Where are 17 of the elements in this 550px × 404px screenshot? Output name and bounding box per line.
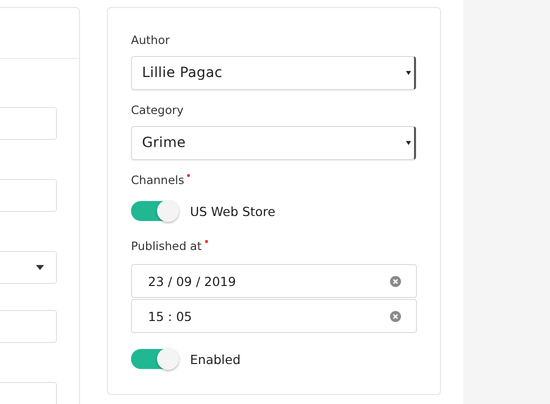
caret-icon: [406, 71, 411, 75]
field-label: Channels: [131, 172, 184, 188]
field-label: Published at: [131, 238, 202, 254]
toggle-label: Enabled: [190, 352, 241, 366]
toggle-label: US Web Store: [190, 204, 276, 218]
toggle-switch[interactable]: [131, 201, 178, 221]
field-label: Author: [131, 32, 170, 48]
select-field[interactable]: Lillie Pagac: [131, 56, 416, 90]
caret-icon: [36, 265, 44, 270]
date-field[interactable]: 23 / 09 / 2019: [131, 264, 417, 298]
field-label: Category: [131, 102, 184, 118]
clear-icon[interactable]: [390, 276, 401, 286]
time-field[interactable]: 15 : 05: [131, 299, 417, 333]
clear-icon[interactable]: [390, 310, 401, 322]
select-field[interactable]: Grime: [131, 126, 416, 160]
toggle-switch[interactable]: [131, 349, 178, 369]
caret-icon: [406, 141, 411, 145]
